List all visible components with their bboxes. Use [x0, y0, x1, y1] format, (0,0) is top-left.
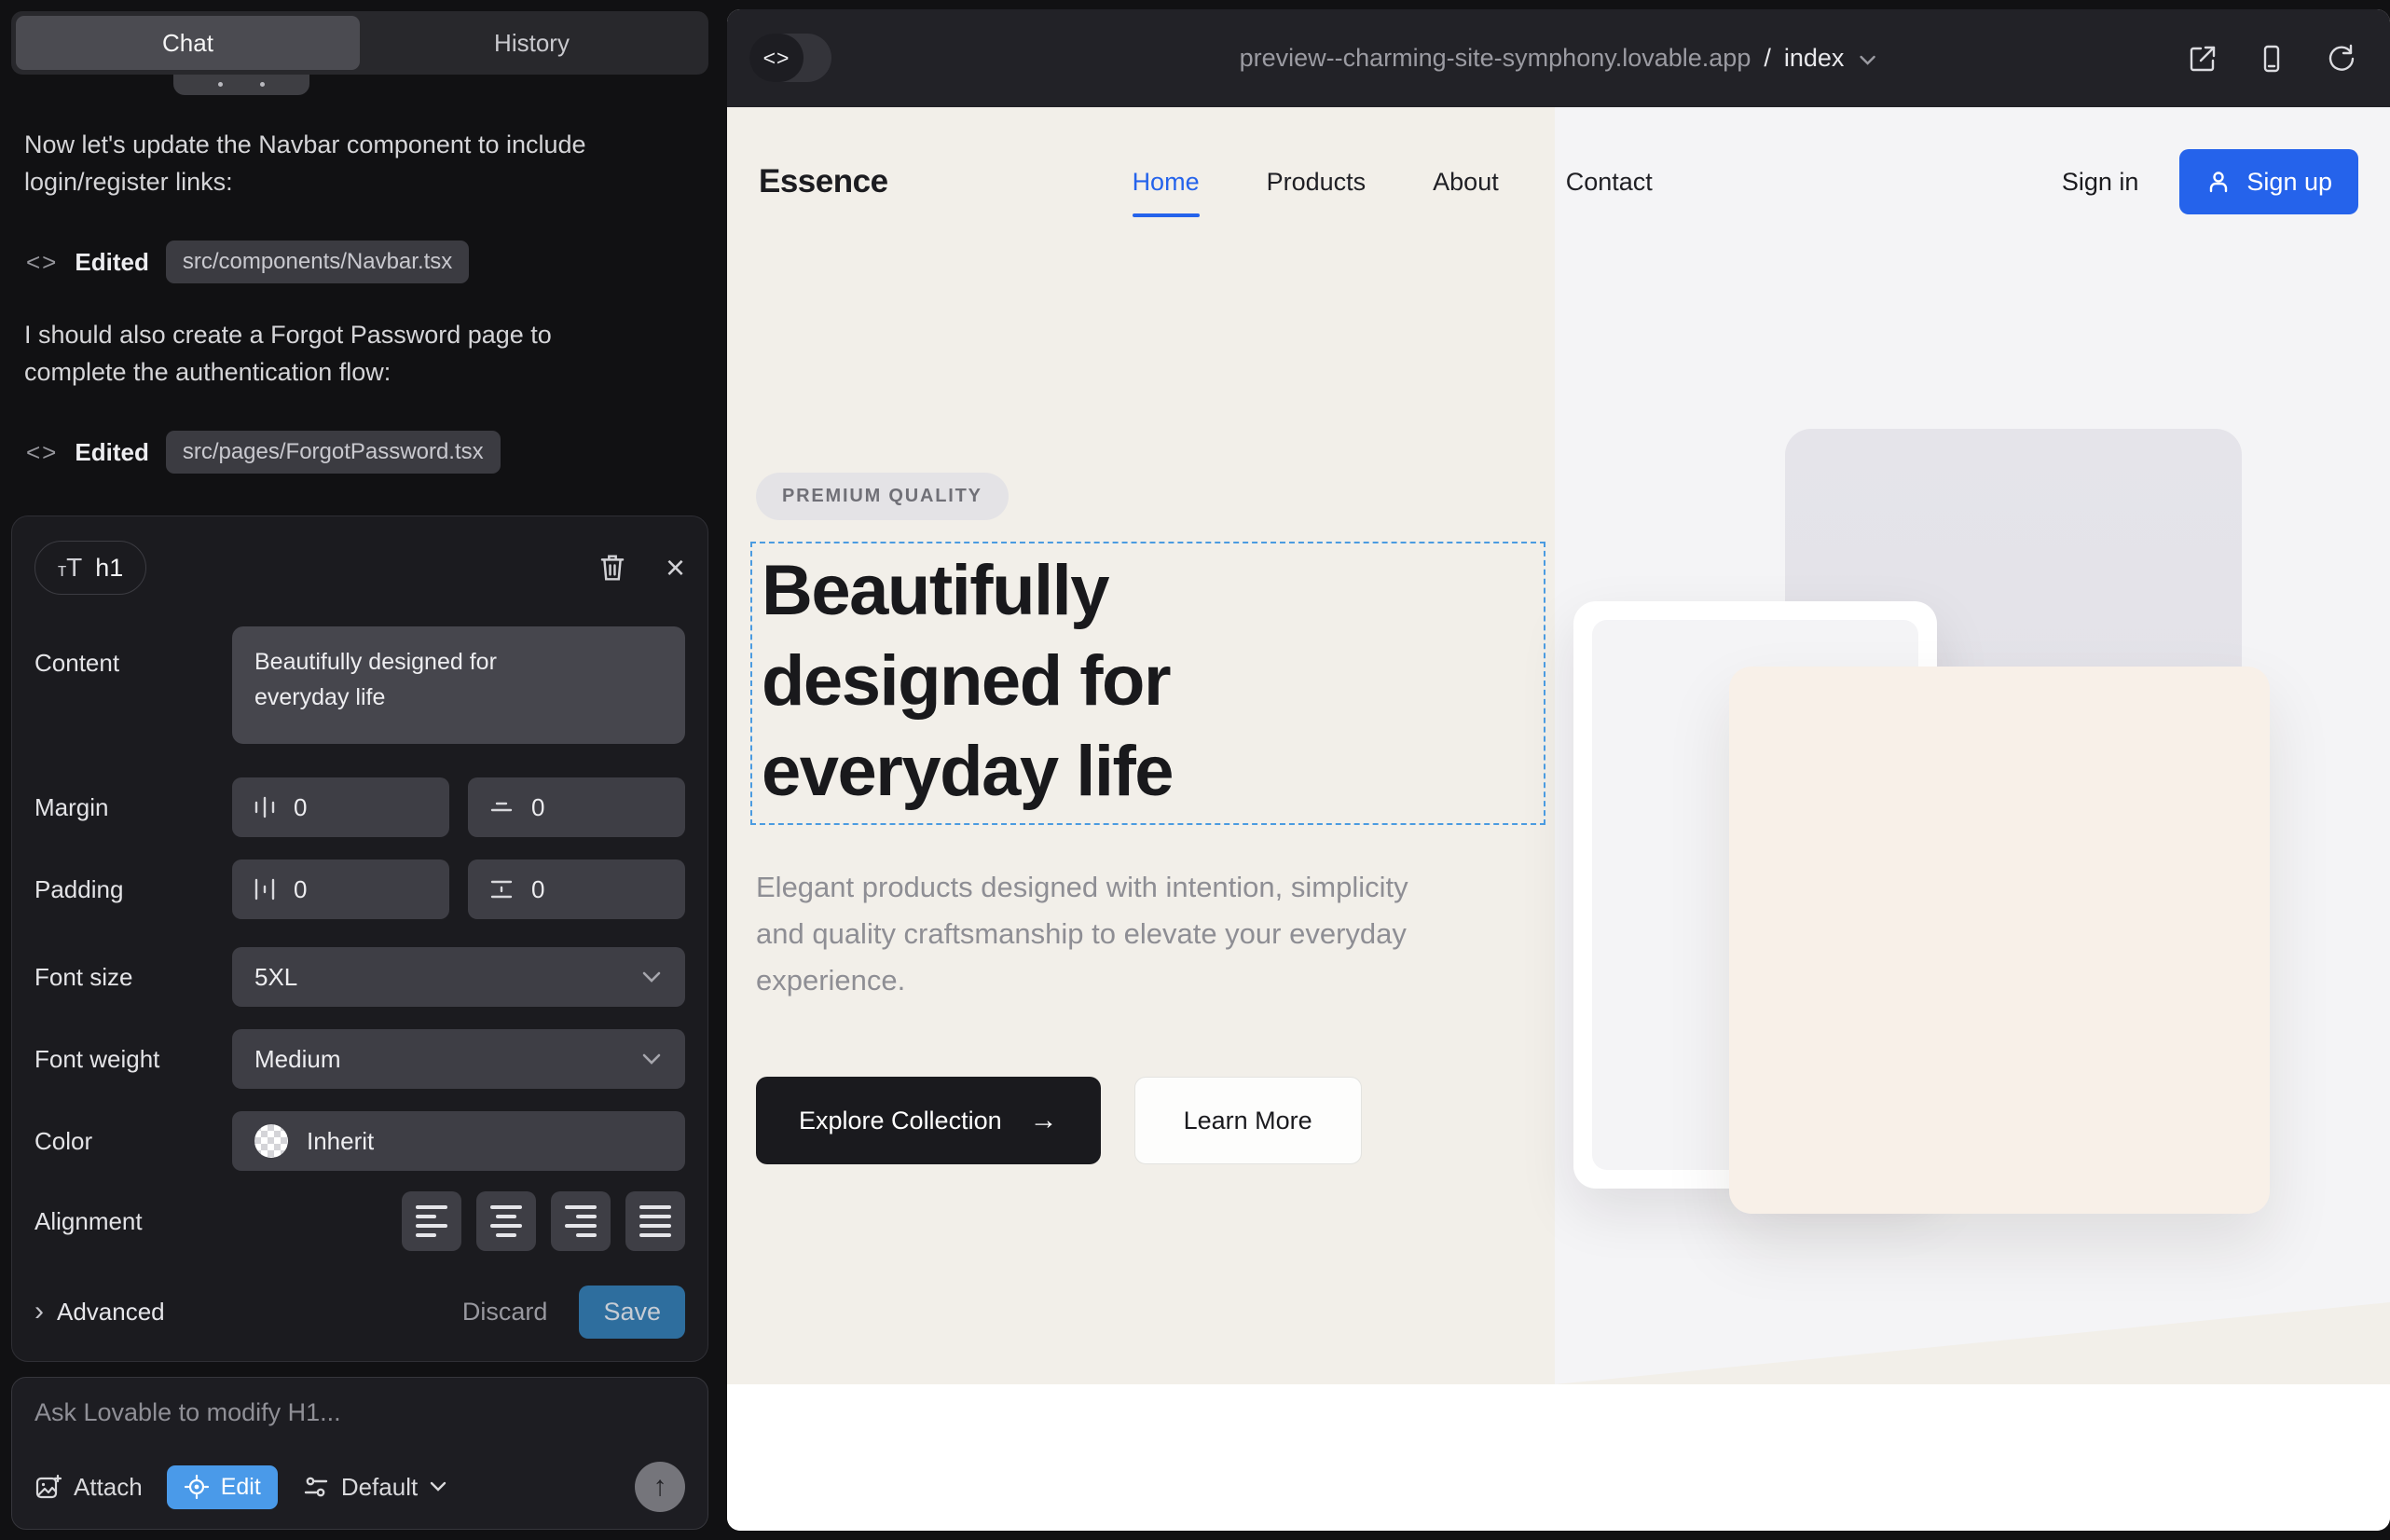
mobile-view-button[interactable]	[2256, 43, 2287, 75]
color-label: Color	[34, 1127, 232, 1156]
align-justify-button[interactable]	[625, 1191, 685, 1251]
external-link-icon	[2187, 43, 2218, 75]
attach-button[interactable]: Attach	[34, 1473, 143, 1502]
chat-message: Now let's update the Navbar component to…	[24, 127, 625, 200]
align-right-button[interactable]	[551, 1191, 611, 1251]
hero-card-cream	[1729, 667, 2270, 1214]
edited-file-row: <> Edited src/components/Navbar.tsx	[26, 241, 469, 283]
edit-mode-button[interactable]: Edit	[167, 1465, 278, 1509]
site-navbar: Essence Home Products About Contact Sign…	[727, 107, 2390, 256]
composer-placeholder[interactable]: Ask Lovable to modify H1...	[34, 1398, 685, 1427]
tab-chat[interactable]: Chat	[16, 16, 360, 70]
font-size-label: Font size	[34, 963, 232, 992]
chevron-down-icon	[1857, 54, 1877, 67]
font-weight-select[interactable]: Medium	[232, 1029, 685, 1089]
chat-composer[interactable]: Ask Lovable to modify H1... Attach	[11, 1377, 708, 1530]
save-button[interactable]: Save	[579, 1286, 685, 1339]
nav-link-home[interactable]: Home	[1133, 168, 1200, 197]
sign-up-button[interactable]: Sign up	[2179, 149, 2358, 214]
margin-vertical-icon	[488, 795, 515, 819]
discard-button[interactable]: Discard	[462, 1298, 548, 1327]
preview-pane: <> preview--charming-site-symphony.lovab…	[727, 9, 2390, 1531]
user-icon	[2205, 169, 2232, 195]
code-icon: <>	[26, 248, 58, 277]
close-panel-button[interactable]: ×	[666, 551, 685, 584]
code-icon: <>	[763, 46, 790, 71]
chevron-down-icon	[640, 1052, 663, 1066]
edited-label: Edited	[75, 248, 148, 277]
site-nav-links: Home Products About Contact	[1133, 168, 1653, 197]
file-chip[interactable]: src/pages/ForgotPassword.tsx	[166, 431, 501, 474]
refresh-icon	[2325, 43, 2356, 75]
site-logo[interactable]: Essence	[759, 163, 888, 200]
hero-cta-row: Explore Collection → Learn More	[756, 1077, 1362, 1164]
url-host: preview--charming-site-symphony.lovable.…	[1240, 44, 1751, 73]
chat-sidebar: Chat History Now let's update the Navbar…	[0, 0, 727, 1540]
sign-in-button[interactable]: Sign in	[2062, 168, 2139, 197]
mobile-device-icon	[2256, 43, 2287, 75]
attach-image-icon	[34, 1473, 62, 1501]
element-tag-pill[interactable]: ᴛT h1	[34, 541, 146, 595]
send-button[interactable]: ↑	[635, 1462, 685, 1512]
element-tag-name: h1	[95, 554, 123, 583]
close-icon: ×	[666, 551, 685, 584]
text-size-icon: ᴛT	[58, 553, 82, 583]
padding-vertical-icon	[488, 877, 515, 901]
delete-element-button[interactable]	[598, 553, 626, 583]
advanced-toggle[interactable]: › Advanced	[34, 1296, 165, 1327]
padding-label: Padding	[34, 875, 232, 904]
trash-icon	[598, 553, 626, 583]
padding-x-input[interactable]: 0	[232, 859, 449, 919]
hero-paragraph: Elegant products designed with intention…	[756, 864, 1408, 1005]
arrow-up-icon: ↑	[653, 1471, 667, 1503]
selected-element-outline[interactable]: Beautifully designed for everyday life	[750, 542, 1545, 825]
font-weight-label: Font weight	[34, 1045, 232, 1074]
content-input[interactable]: Beautifully designed for everyday life	[232, 626, 685, 744]
scrolled-chip-partial	[173, 73, 309, 95]
margin-horizontal-icon	[253, 794, 277, 820]
edited-file-row: <> Edited src/pages/ForgotPassword.tsx	[26, 431, 501, 474]
align-left-button[interactable]	[402, 1191, 461, 1251]
chevron-right-icon: ›	[34, 1296, 44, 1327]
arrow-right-icon: →	[1030, 1105, 1058, 1136]
align-center-button[interactable]	[476, 1191, 536, 1251]
url-page: index	[1784, 44, 1845, 73]
margin-x-input[interactable]: 0	[232, 777, 449, 837]
site-viewport: Essence Home Products About Contact Sign…	[727, 107, 2390, 1531]
hero-heading[interactable]: Beautifully designed for everyday life	[752, 543, 1218, 817]
chevron-down-icon	[429, 1480, 447, 1493]
sliders-icon	[302, 1474, 330, 1500]
padding-horizontal-icon	[253, 876, 277, 902]
chevron-down-icon	[640, 969, 663, 984]
nav-link-about[interactable]: About	[1433, 168, 1499, 197]
mode-select[interactable]: Default	[302, 1473, 447, 1502]
color-select[interactable]: Inherit	[232, 1111, 685, 1171]
color-swatch	[254, 1124, 288, 1158]
code-preview-toggle[interactable]: <>	[749, 34, 831, 82]
preview-toolbar: <> preview--charming-site-symphony.lovab…	[727, 9, 2390, 107]
edited-label: Edited	[75, 438, 148, 467]
premium-quality-badge: PREMIUM QUALITY	[756, 473, 1009, 520]
element-inspector-panel: ᴛT h1 × Content Beautifully de	[11, 516, 708, 1362]
nav-link-contact[interactable]: Contact	[1566, 168, 1653, 197]
chat-message: I should also create a Forgot Password p…	[24, 317, 625, 391]
target-icon	[184, 1474, 210, 1500]
open-external-button[interactable]	[2187, 43, 2218, 75]
tab-history[interactable]: History	[360, 16, 704, 70]
alignment-label: Alignment	[34, 1207, 232, 1236]
url-bar[interactable]: preview--charming-site-symphony.lovable.…	[1240, 9, 1878, 107]
learn-more-button[interactable]: Learn More	[1134, 1077, 1362, 1164]
explore-collection-button[interactable]: Explore Collection →	[756, 1077, 1101, 1164]
font-size-select[interactable]: 5XL	[232, 947, 685, 1007]
code-icon: <>	[26, 438, 58, 467]
margin-y-input[interactable]: 0	[468, 777, 685, 837]
nav-link-products[interactable]: Products	[1267, 168, 1367, 197]
url-separator: /	[1764, 44, 1771, 73]
padding-y-input[interactable]: 0	[468, 859, 685, 919]
content-label: Content	[34, 626, 232, 678]
sidebar-tabbar: Chat History	[11, 11, 708, 75]
margin-label: Margin	[34, 793, 232, 822]
file-chip[interactable]: src/components/Navbar.tsx	[166, 241, 469, 283]
refresh-button[interactable]	[2325, 43, 2356, 75]
